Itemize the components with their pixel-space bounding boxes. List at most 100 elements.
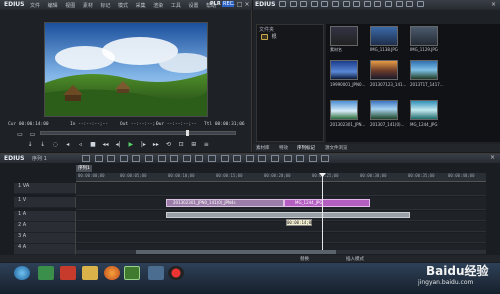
effect-icon[interactable] — [283, 155, 292, 162]
playhead[interactable] — [322, 174, 323, 254]
clip-item[interactable]: 201302301_JPN... — [330, 100, 370, 128]
split-icon[interactable] — [207, 155, 216, 162]
clip-item[interactable]: 201307123_141... — [370, 60, 410, 88]
marker-icon[interactable] — [233, 155, 242, 162]
track-header[interactable]: 1 VA — [14, 183, 76, 194]
timeline-close-icon[interactable]: × — [490, 154, 495, 161]
close-icon[interactable]: × — [245, 1, 250, 8]
clip-item[interactable]: 201307_141(0)... — [370, 100, 410, 128]
paste-icon[interactable] — [170, 155, 179, 162]
track-header[interactable]: 1 A — [14, 211, 76, 222]
mixer-icon[interactable] — [258, 155, 267, 162]
track-header[interactable]: 3 A — [14, 233, 76, 244]
set-out-icon[interactable]: ↓ — [39, 141, 47, 148]
bin-close-icon[interactable]: × — [491, 1, 496, 8]
tab-effects[interactable]: 特效 — [279, 145, 288, 151]
folder-root[interactable]: 根 — [261, 33, 277, 40]
timeline-clip[interactable]: MG_1244_JPG — [284, 199, 370, 207]
record-icon[interactable] — [168, 266, 184, 280]
mark-out-icon[interactable]: ▭ — [29, 131, 37, 138]
clip-item[interactable]: IMG_1129.JPG — [410, 26, 450, 52]
sequence-tab[interactable]: 序列1 — [76, 165, 92, 172]
window-icon[interactable] — [148, 266, 164, 280]
menu-item-file[interactable]: 文件 — [30, 3, 40, 9]
new-sequence-icon[interactable] — [82, 155, 90, 162]
overwrite-icon[interactable]: ⊞ — [190, 141, 198, 148]
menu-item-clip[interactable]: 素材 — [83, 3, 93, 9]
up-icon[interactable] — [300, 1, 308, 7]
timeline-ruler[interactable]: 00:00:00;00 00:00:05;00 00:00:10;00 00:0… — [76, 173, 486, 182]
settings-icon[interactable] — [321, 155, 330, 162]
delete-icon[interactable] — [182, 155, 191, 162]
title-icon[interactable] — [270, 155, 279, 162]
player-scrubber[interactable] — [40, 131, 236, 135]
clip-item[interactable]: 2013T1T_1417... — [410, 60, 450, 88]
clip-item[interactable]: MG_1244_JPG — [410, 100, 450, 128]
track-lane[interactable] — [76, 183, 486, 196]
play-icon[interactable]: ▶ — [127, 141, 135, 148]
render-icon[interactable] — [245, 155, 254, 162]
cut-icon[interactable] — [342, 1, 350, 7]
snap-icon[interactable] — [220, 155, 229, 162]
menu-item-marker[interactable]: 标记 — [100, 3, 110, 9]
search-icon[interactable] — [289, 1, 297, 7]
menu-item-mode[interactable]: 模式 — [118, 3, 128, 9]
menu-item-tools[interactable]: 工具 — [171, 3, 181, 9]
mark-in-icon[interactable]: ▭ — [16, 131, 24, 138]
explorer-icon[interactable] — [38, 266, 54, 280]
frame-back-icon[interactable]: ◃ — [76, 141, 84, 148]
rewind-icon[interactable]: ◂◂ — [102, 141, 110, 148]
scrollbar-thumb[interactable] — [136, 250, 336, 254]
timeline-clip[interactable]: 201302301_JPN0_141(0)_JPN4s — [166, 199, 284, 207]
copy-icon[interactable] — [353, 1, 361, 7]
fast-forward-icon[interactable]: ▸▸ — [152, 141, 160, 148]
properties-icon[interactable] — [395, 1, 403, 7]
undo-icon[interactable] — [119, 155, 128, 162]
insert-icon[interactable]: ⊡ — [177, 141, 185, 148]
track-header[interactable]: 4 A — [14, 244, 76, 255]
menu-item-render[interactable]: 渲染 — [153, 3, 163, 9]
add-clip-icon[interactable] — [310, 1, 318, 7]
bin-settings-icon[interactable] — [416, 1, 424, 7]
clip-item[interactable]: IMG_1138.JPG — [370, 26, 410, 52]
start-button[interactable] — [14, 266, 30, 280]
menu-item-capture[interactable]: 采集 — [136, 3, 146, 9]
redo-icon[interactable] — [132, 155, 141, 162]
clip-item[interactable]: 19990001_JPN0... — [330, 60, 370, 88]
clear-icon[interactable]: ◌ — [51, 141, 59, 148]
track-lane[interactable] — [76, 222, 486, 232]
track-lane[interactable] — [76, 233, 486, 243]
scrubber-handle[interactable] — [186, 130, 189, 136]
paste-icon[interactable] — [363, 1, 371, 7]
loop-icon[interactable]: ⟲ — [165, 141, 173, 148]
cut-icon[interactable] — [144, 155, 153, 162]
zoom-icon[interactable] — [308, 155, 317, 162]
folder-icon[interactable] — [279, 1, 286, 7]
open-icon[interactable] — [94, 155, 103, 162]
edius-taskbar-icon[interactable] — [124, 266, 140, 280]
tab-markers[interactable]: 序列标记 — [297, 145, 315, 151]
maximize-icon[interactable]: □ — [237, 1, 243, 8]
menu-item-settings[interactable]: 设置 — [188, 3, 198, 9]
folder-icon[interactable] — [82, 266, 98, 280]
color-bar-icon[interactable] — [331, 1, 339, 7]
go-start-icon[interactable]: ◂ — [64, 141, 72, 148]
stop-icon[interactable]: ■ — [89, 141, 97, 148]
minimize-icon[interactable]: – — [232, 1, 235, 8]
view-icon[interactable] — [406, 1, 414, 7]
plr-mode-label[interactable]: PLR — [210, 1, 221, 7]
timeline-scrollbar[interactable] — [76, 250, 486, 254]
audio-clip[interactable] — [166, 212, 410, 218]
media-icon[interactable] — [60, 266, 76, 280]
delete-icon[interactable] — [384, 1, 392, 7]
browser-icon[interactable] — [104, 266, 120, 280]
export-icon[interactable] — [296, 155, 305, 162]
clip-item[interactable]: 素材名 — [330, 26, 370, 52]
prev-frame-icon[interactable]: ◂| — [114, 141, 122, 148]
title-icon[interactable] — [321, 1, 329, 7]
track-header[interactable]: 1 V — [14, 197, 76, 208]
ripple-icon[interactable] — [195, 155, 204, 162]
menu-item-edit[interactable]: 编辑 — [48, 3, 58, 9]
tab-source-browser[interactable]: 源文件浏览 — [325, 145, 348, 151]
track-header[interactable]: 2 A — [14, 222, 76, 233]
